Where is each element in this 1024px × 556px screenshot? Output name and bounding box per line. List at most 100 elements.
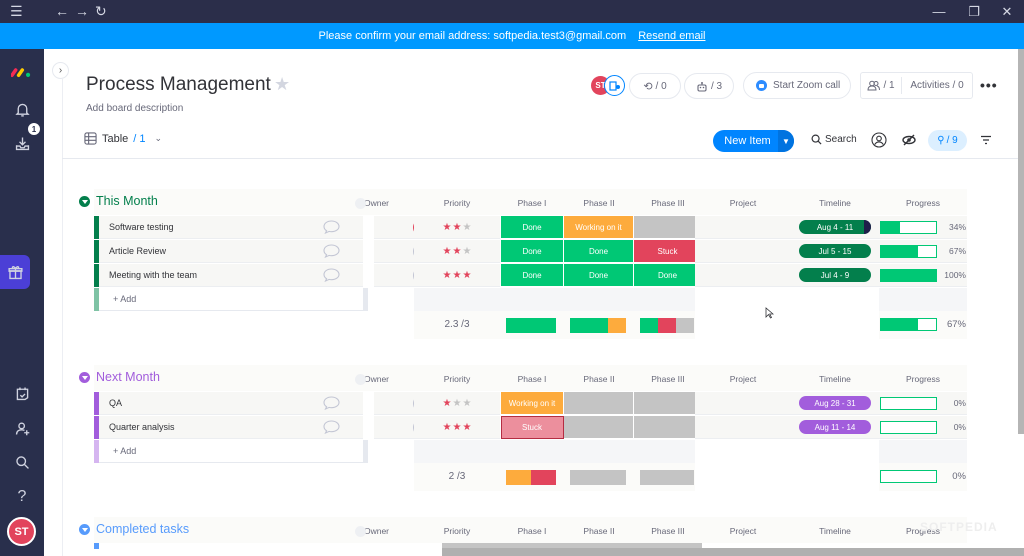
priority-rating[interactable]: ★ ★ ★ xyxy=(414,264,500,287)
board-description[interactable]: Add board description xyxy=(86,103,183,114)
status-cell[interactable] xyxy=(634,216,702,239)
monday-logo[interactable] xyxy=(0,57,44,85)
minimize-button[interactable]: — xyxy=(920,0,958,23)
star-filled-icon[interactable]: ★ xyxy=(443,246,452,257)
star-filled-icon[interactable]: ★ xyxy=(443,398,452,409)
star-filled-icon[interactable]: ★ xyxy=(443,422,452,433)
status-cell[interactable]: Stuck xyxy=(501,416,564,439)
status-distribution-bar[interactable] xyxy=(506,470,556,485)
new-item-button[interactable]: New Item xyxy=(713,135,778,147)
group-title[interactable]: Completed tasks xyxy=(79,522,189,536)
star-filled-icon[interactable]: ★ xyxy=(453,270,462,281)
status-distribution-bar[interactable] xyxy=(506,318,556,333)
column-header[interactable]: Owner xyxy=(339,198,414,208)
star-filled-icon[interactable]: ★ xyxy=(453,222,462,233)
resend-email-link[interactable]: Resend email xyxy=(638,30,705,42)
status-distribution-bar[interactable] xyxy=(570,318,626,333)
group-title[interactable]: Next Month xyxy=(79,370,160,384)
column-header[interactable]: Project xyxy=(695,374,791,384)
column-header[interactable]: Phase II xyxy=(564,198,634,208)
status-cell[interactable] xyxy=(564,416,634,439)
project-cell[interactable] xyxy=(695,216,791,239)
star-filled-icon[interactable]: ★ xyxy=(453,246,462,257)
chevron-down-icon[interactable]: ▼ xyxy=(778,130,794,152)
chevron-down-icon[interactable]: ⌄ xyxy=(155,133,163,144)
conversation-icon[interactable] xyxy=(323,420,340,439)
column-header[interactable]: Phase II xyxy=(564,526,634,536)
column-header[interactable]: Phase I xyxy=(500,526,564,536)
status-cell[interactable] xyxy=(634,392,702,415)
column-header[interactable]: Timeline xyxy=(791,526,879,536)
add-item-input[interactable]: + Add xyxy=(99,440,368,463)
star-filled-icon[interactable]: ★ xyxy=(462,422,471,433)
vertical-scrollbar[interactable] xyxy=(1018,49,1024,434)
column-header[interactable]: Timeline xyxy=(791,374,879,384)
timeline-cell[interactable]: Aug 28 - 31 xyxy=(791,392,879,415)
search-button[interactable]: Search xyxy=(811,134,857,145)
project-cell[interactable] xyxy=(695,240,791,263)
status-cell[interactable]: Done xyxy=(501,216,564,239)
status-cell[interactable]: Working on it xyxy=(564,216,634,239)
filter-icon[interactable] xyxy=(980,135,992,145)
priority-rating[interactable]: ★ ★ ★ xyxy=(414,216,500,239)
add-column-icon[interactable] xyxy=(355,374,366,385)
add-column-icon[interactable] xyxy=(355,198,366,209)
status-cell[interactable]: Done xyxy=(501,264,564,287)
column-header[interactable]: Phase III xyxy=(634,374,702,384)
column-header[interactable]: Owner xyxy=(339,374,414,384)
column-header[interactable]: Timeline xyxy=(791,198,879,208)
gift-icon[interactable] xyxy=(0,255,30,289)
add-column-icon[interactable] xyxy=(355,526,366,537)
project-cell[interactable] xyxy=(695,416,791,439)
column-header[interactable]: Project xyxy=(695,526,791,536)
activities-button[interactable]: Activities / 0 xyxy=(902,73,972,98)
favorite-star-icon[interactable]: ★ xyxy=(274,74,290,95)
conversation-icon[interactable] xyxy=(323,268,340,287)
arrow-left-icon[interactable]: ← xyxy=(55,2,69,20)
star-empty-icon[interactable]: ★ xyxy=(462,398,471,409)
status-cell[interactable] xyxy=(634,416,702,439)
status-cell[interactable]: Stuck xyxy=(634,240,702,263)
start-zoom-call-button[interactable]: Start Zoom call xyxy=(743,72,851,99)
guest-icon[interactable] xyxy=(604,75,625,96)
calendar-check-icon[interactable] xyxy=(0,379,44,407)
project-cell[interactable] xyxy=(695,392,791,415)
close-button[interactable]: ✕ xyxy=(988,0,1024,23)
column-header[interactable]: Phase III xyxy=(634,526,702,536)
arrow-right-icon[interactable]: → xyxy=(75,2,89,20)
star-empty-icon[interactable]: ★ xyxy=(453,398,462,409)
conversation-icon[interactable] xyxy=(323,220,340,239)
board-title[interactable]: Process Management xyxy=(86,74,271,96)
hide-columns-icon[interactable] xyxy=(902,134,916,146)
view-tab-table[interactable]: Table / 1 ⌄ xyxy=(84,132,162,145)
reload-icon[interactable]: ↻ xyxy=(95,2,107,20)
timeline-cell[interactable]: Jul 4 - 9 xyxy=(791,264,879,287)
status-distribution-bar[interactable] xyxy=(640,318,694,333)
question-icon[interactable]: ? xyxy=(0,483,44,511)
project-cell[interactable] xyxy=(695,264,791,287)
column-header[interactable]: Phase II xyxy=(564,374,634,384)
star-filled-icon[interactable]: ★ xyxy=(443,270,452,281)
add-user-icon[interactable] xyxy=(0,414,44,442)
bell-icon[interactable] xyxy=(0,95,44,123)
timeline-cell[interactable]: Aug 11 - 14 xyxy=(791,416,879,439)
column-header[interactable]: Phase III xyxy=(634,198,702,208)
status-cell[interactable] xyxy=(564,392,634,415)
star-filled-icon[interactable]: ★ xyxy=(443,222,452,233)
status-distribution-bar[interactable] xyxy=(640,470,694,485)
more-options-button[interactable]: ••• xyxy=(980,77,998,93)
search-icon[interactable] xyxy=(0,448,44,476)
star-empty-icon[interactable]: ★ xyxy=(462,222,471,233)
conversation-icon[interactable] xyxy=(323,396,340,415)
column-header[interactable]: Phase I xyxy=(500,374,564,384)
status-cell[interactable]: Working on it xyxy=(501,392,564,415)
conversation-icon[interactable] xyxy=(323,244,340,263)
column-header[interactable]: Phase I xyxy=(500,198,564,208)
star-filled-icon[interactable]: ★ xyxy=(462,270,471,281)
priority-rating[interactable]: ★ ★ ★ xyxy=(414,240,500,263)
timeline-cell[interactable]: Jul 5 - 15 xyxy=(791,240,879,263)
column-header[interactable]: Owner xyxy=(339,526,414,536)
hamburger-icon[interactable]: ☰ xyxy=(10,2,23,20)
priority-rating[interactable]: ★ ★ ★ xyxy=(414,392,500,415)
expand-sidebar-button[interactable]: › xyxy=(52,62,69,79)
